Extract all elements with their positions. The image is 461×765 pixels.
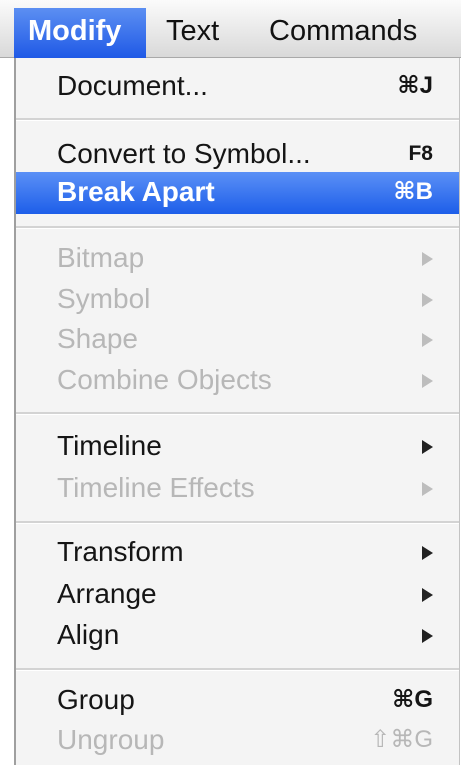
shortcut-label: ⌘B xyxy=(393,178,433,205)
chevron-right-icon xyxy=(422,333,433,347)
menu-item-convert-to-symbol[interactable]: Convert to Symbol... F8 xyxy=(16,134,459,176)
shortcut-label: ⌘J xyxy=(397,72,433,99)
menu-separator xyxy=(16,412,459,415)
menu-item-ungroup: Ungroup ⇧⌘G xyxy=(16,720,459,762)
chevron-right-icon xyxy=(422,629,433,643)
menu-bar-modify[interactable]: Modify xyxy=(14,8,146,58)
menu-item-label: Timeline Effects xyxy=(57,472,255,503)
menu-item-label: Bitmap xyxy=(57,242,145,273)
menu-item-label: Shape xyxy=(57,323,138,354)
chevron-right-icon xyxy=(422,252,433,266)
menu-item-label: Group xyxy=(57,684,135,715)
shortcut-label: ⇧⌘G xyxy=(370,726,433,753)
chevron-right-icon xyxy=(422,482,433,496)
menu-bar-text[interactable]: Text xyxy=(166,8,219,58)
menu-item-symbol: Symbol xyxy=(16,279,459,321)
menu-item-label: Combine Objects xyxy=(57,364,272,395)
menu-item-label: Symbol xyxy=(57,283,151,314)
menu-item-group[interactable]: Group ⌘G xyxy=(16,680,459,722)
menu-item-label: Convert to Symbol... xyxy=(57,138,311,169)
menu-item-label: Break Apart xyxy=(57,176,215,207)
chevron-right-icon xyxy=(422,293,433,307)
menu-item-align[interactable]: Align xyxy=(16,615,459,657)
menu-item-document[interactable]: Document... ⌘J xyxy=(16,66,459,108)
menu-item-break-apart[interactable]: Break Apart ⌘B xyxy=(16,172,459,214)
menu-item-shape: Shape xyxy=(16,319,459,361)
shortcut-label: F8 xyxy=(408,142,433,165)
menu-item-transform[interactable]: Transform xyxy=(16,532,459,574)
menu-item-label: Transform xyxy=(57,536,184,567)
modify-dropdown-menu: Document... ⌘J Convert to Symbol... F8 B… xyxy=(14,58,460,765)
menu-item-arrange[interactable]: Arrange xyxy=(16,574,459,616)
menu-item-label: Arrange xyxy=(57,578,157,609)
chevron-right-icon xyxy=(422,588,433,602)
menu-item-combine-objects: Combine Objects xyxy=(16,360,459,402)
chevron-right-icon xyxy=(422,374,433,388)
menu-separator xyxy=(16,668,459,671)
menu-item-label: Timeline xyxy=(57,430,162,461)
menu-item-label: Align xyxy=(57,619,120,650)
menu-separator xyxy=(16,226,459,229)
menu-bar: Modify Text Commands xyxy=(0,0,461,58)
chevron-right-icon xyxy=(422,546,433,560)
menu-separator xyxy=(16,521,459,524)
menu-item-label: Document... xyxy=(57,70,208,101)
menu-bar-commands[interactable]: Commands xyxy=(269,8,417,58)
menu-separator xyxy=(16,118,459,121)
shortcut-label: ⌘G xyxy=(392,686,433,713)
chevron-right-icon xyxy=(422,440,433,454)
menu-item-bitmap: Bitmap xyxy=(16,238,459,280)
menu-item-label: Ungroup xyxy=(57,724,165,755)
menu-item-timeline[interactable]: Timeline xyxy=(16,426,459,468)
menu-item-timeline-effects: Timeline Effects xyxy=(16,468,459,510)
screenshot-canvas: Modify Text Commands Document... ⌘J Conv… xyxy=(0,0,461,765)
